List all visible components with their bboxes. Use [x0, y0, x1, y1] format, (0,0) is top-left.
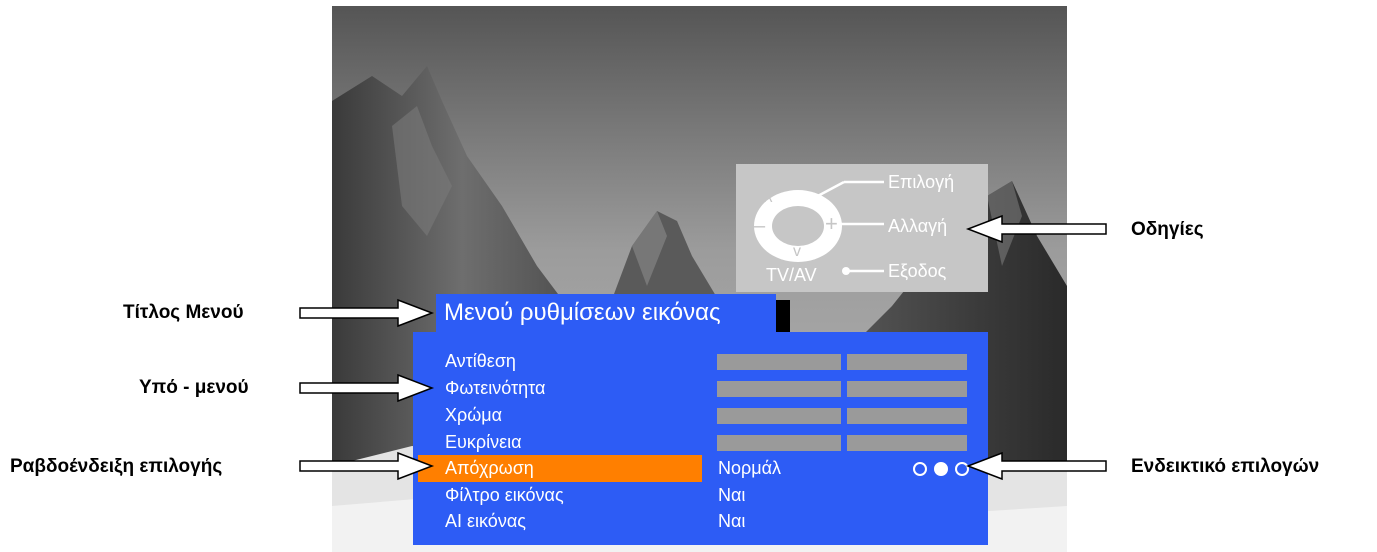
arrow-submenu [299, 373, 435, 403]
arrow-selection-bar [299, 451, 435, 481]
arrow-menu-title [299, 298, 435, 328]
annotation-submenu: Υπό - μενού [139, 377, 249, 398]
annotation-option-indicator: Ενδεικτικό επιλογών [1131, 456, 1320, 477]
annotation-menu-title: Τίτλος Μενού [123, 302, 244, 323]
annotation-selection-bar: Ραβδοένδειξη επιλογής [10, 456, 223, 477]
arrow-option-indicator [965, 451, 1107, 481]
annotation-instructions: Οδηγίες [1131, 219, 1204, 240]
arrow-instructions [965, 214, 1107, 244]
